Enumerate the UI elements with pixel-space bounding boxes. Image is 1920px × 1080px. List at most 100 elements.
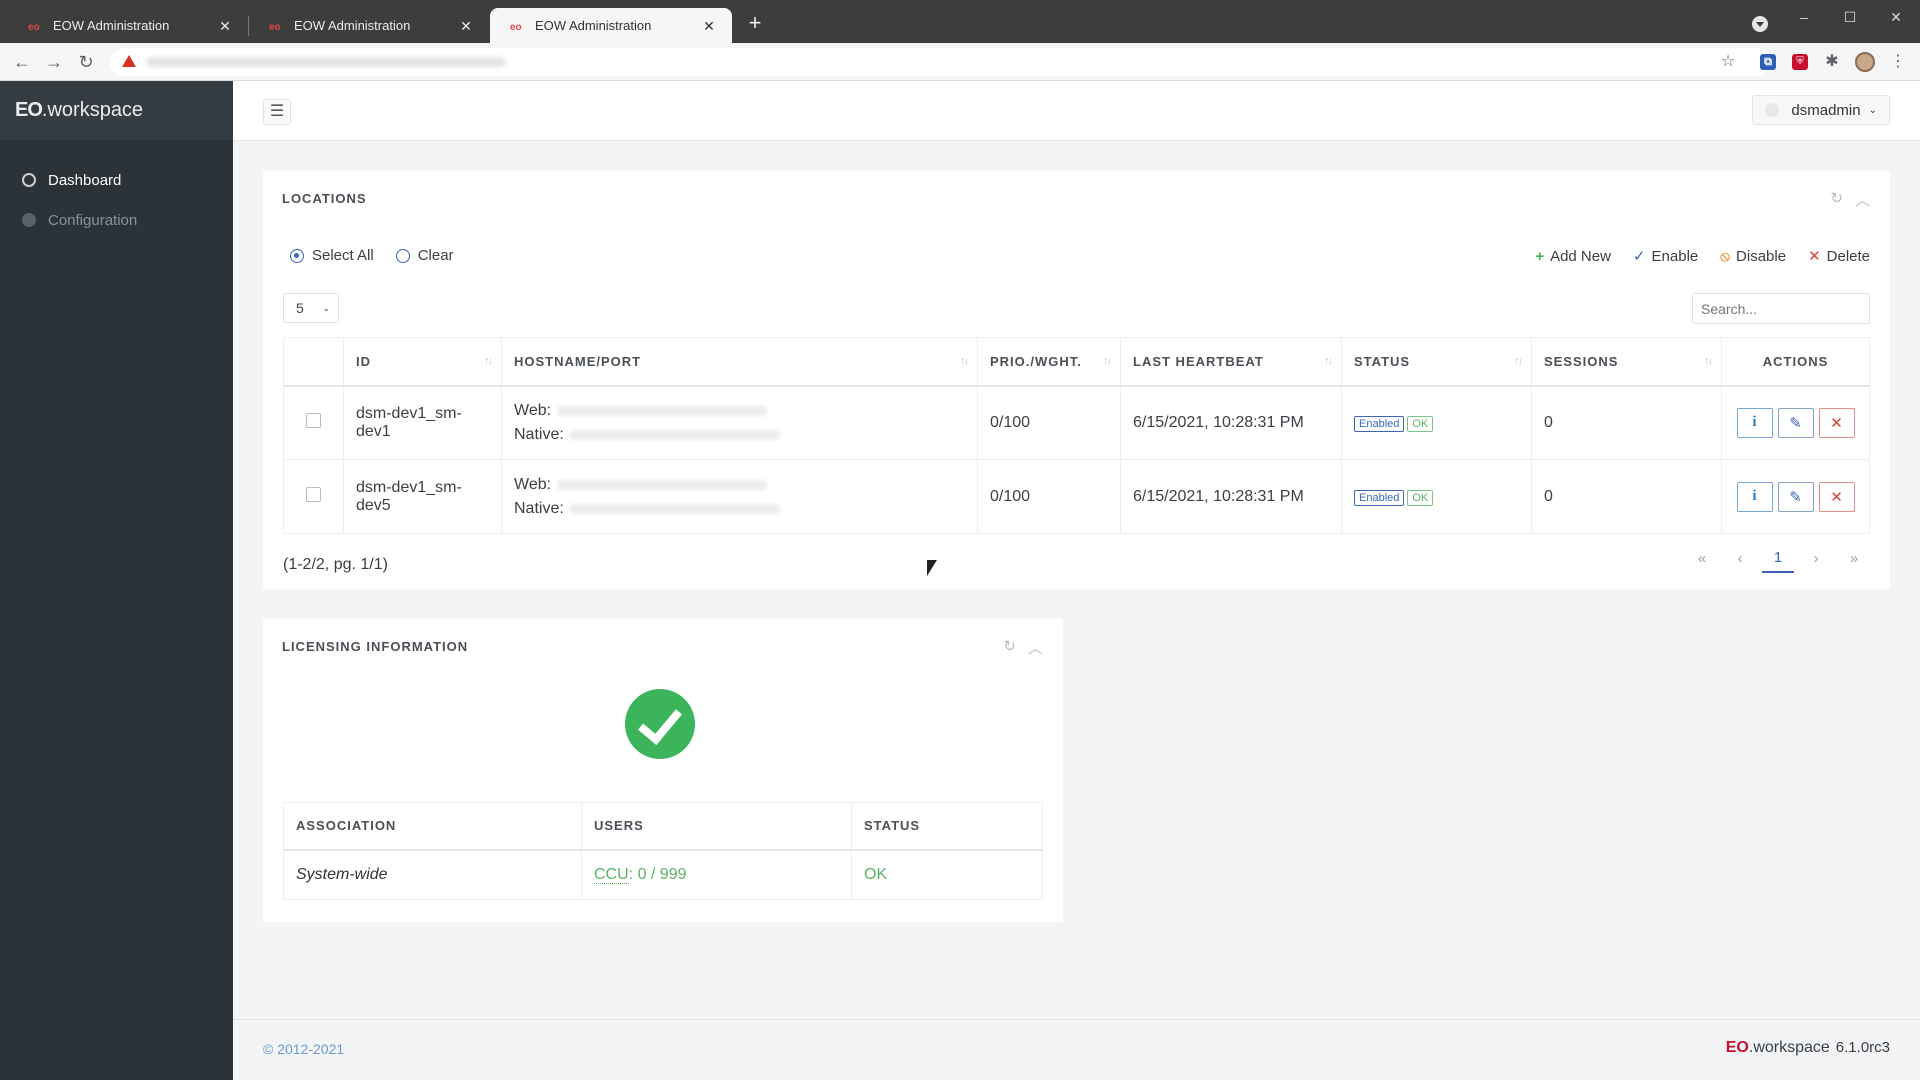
collapse-chevron-icon[interactable]: ︿ bbox=[1855, 189, 1870, 210]
bookmark-star-icon[interactable]: ☆ bbox=[1718, 52, 1738, 72]
radio-empty-icon bbox=[395, 248, 410, 263]
address-bar[interactable] bbox=[110, 48, 1770, 76]
id-text: dev1 bbox=[356, 422, 391, 440]
association-cell: System-wide bbox=[283, 849, 582, 900]
mouse-cursor-icon bbox=[927, 560, 937, 576]
gear-icon bbox=[22, 213, 36, 227]
brand-logo[interactable]: EO .workspace bbox=[0, 81, 233, 140]
actions-cell: i ✎ ✕ bbox=[1721, 385, 1870, 460]
prev-page-button[interactable]: ‹ bbox=[1724, 543, 1756, 573]
sessions-cell: 0 bbox=[1531, 385, 1722, 460]
select-column-header bbox=[283, 337, 344, 387]
select-all-option[interactable]: Select All bbox=[290, 247, 374, 264]
hostname-cell: Web: Native: bbox=[501, 385, 978, 460]
edit-button[interactable]: ✎ bbox=[1777, 481, 1814, 512]
footer-brand: EO.workspace 6.1.0rc3 bbox=[1726, 1039, 1890, 1057]
tab-close-icon[interactable]: ✕ bbox=[700, 17, 718, 35]
delete-row-button[interactable]: ✕ bbox=[1818, 407, 1855, 438]
column-header-association: ASSOCIATION bbox=[283, 802, 582, 851]
current-page-button[interactable]: 1 bbox=[1762, 543, 1794, 573]
page-size-select[interactable]: 5 ⌄ bbox=[283, 293, 339, 323]
version-text: 6.1.0rc3 bbox=[1835, 1039, 1890, 1056]
column-header-heartbeat[interactable]: LAST HEARTBEAT ↑↓ bbox=[1120, 337, 1342, 387]
extension-b-icon[interactable]: ⛨ bbox=[1792, 54, 1808, 70]
column-header-status[interactable]: STATUS ↑↓ bbox=[1341, 337, 1532, 387]
menu-toggle-icon[interactable]: ☰ bbox=[263, 99, 291, 125]
sidebar-nav: Dashboard Configuration bbox=[0, 160, 233, 240]
clear-option[interactable]: Clear bbox=[395, 247, 454, 264]
last-page-button[interactable]: » bbox=[1838, 543, 1870, 573]
next-page-button[interactable]: › bbox=[1800, 543, 1832, 573]
tab-close-icon[interactable]: ✕ bbox=[216, 17, 234, 35]
sidebar-item-dashboard[interactable]: Dashboard bbox=[0, 160, 233, 200]
check-icon: ✓ bbox=[1632, 248, 1646, 265]
sort-icon: ↑↓ bbox=[1514, 355, 1523, 367]
window-close-button[interactable]: ✕ bbox=[1876, 4, 1916, 30]
column-header-hostname[interactable]: HOSTNAME/PORT ↑↓ bbox=[501, 337, 978, 387]
delete-button[interactable]: ✕ Delete bbox=[1808, 247, 1870, 266]
card-title: LOCATIONS bbox=[282, 191, 367, 206]
table-row: dsm-dev1_sm-dev5 Web: Native: 0/100 6/15… bbox=[283, 459, 1870, 534]
user-menu-button[interactable]: dsmadmin ⌄ bbox=[1752, 95, 1890, 125]
sidebar-item-label: Configuration bbox=[48, 211, 138, 229]
refresh-icon[interactable]: ↻ bbox=[1830, 189, 1843, 210]
pagination-summary: (1-2/2, pg. 1/1) bbox=[283, 556, 388, 573]
new-tab-button[interactable]: + bbox=[744, 12, 766, 35]
url-text-redacted bbox=[146, 57, 506, 67]
sessions-cell: 0 bbox=[1531, 459, 1722, 534]
collapse-chevron-icon[interactable]: ︿ bbox=[1028, 637, 1043, 658]
tab-search-icon[interactable] bbox=[1752, 16, 1768, 32]
row-checkbox[interactable] bbox=[306, 412, 321, 428]
refresh-icon[interactable]: ↻ bbox=[1003, 637, 1016, 658]
edit-button[interactable]: ✎ bbox=[1777, 407, 1814, 438]
maximize-button[interactable]: ☐ bbox=[1830, 4, 1870, 30]
user-icon bbox=[1765, 103, 1780, 117]
eo-favicon-icon: eo bbox=[28, 22, 40, 33]
enable-button[interactable]: ✓ Enable bbox=[1632, 247, 1698, 266]
browser-tab-3-active[interactable]: eo EOW Administration ✕ bbox=[490, 8, 732, 43]
browser-tab-2[interactable]: eo EOW Administration ✕ bbox=[249, 8, 489, 43]
extension-a-icon[interactable]: ⧉ bbox=[1760, 54, 1776, 70]
disable-button[interactable]: ⦸ Disable bbox=[1720, 248, 1786, 265]
back-icon[interactable]: ← bbox=[12, 52, 32, 72]
sidebar-item-configuration[interactable]: Configuration bbox=[0, 200, 233, 240]
eo-favicon-icon: eo bbox=[269, 22, 281, 33]
column-header-sessions[interactable]: SESSIONS ↑↓ bbox=[1531, 337, 1722, 387]
locations-table: ID ↑↓ HOSTNAME/PORT ↑↓ PRIO./WGHT. ↑↓ LAST … bbox=[283, 337, 1870, 534]
info-button[interactable]: i bbox=[1736, 481, 1773, 512]
page-size-value: 5 bbox=[296, 300, 304, 316]
plus-icon: + bbox=[1535, 247, 1545, 265]
column-header-prio[interactable]: PRIO./WGHT. ↑↓ bbox=[977, 337, 1121, 387]
column-label: SESSIONS bbox=[1544, 353, 1619, 369]
browser-toolbar: ← → ↻ ☆ ⧉ ⛨ ✱ ⋮ bbox=[0, 43, 1920, 81]
info-button[interactable]: i bbox=[1736, 407, 1773, 438]
first-page-button[interactable]: « bbox=[1686, 543, 1718, 573]
status-badge: Enabled bbox=[1354, 489, 1405, 506]
search-input[interactable] bbox=[1692, 293, 1870, 324]
column-header-id[interactable]: ID ↑↓ bbox=[343, 337, 502, 387]
web-label: Web: bbox=[514, 475, 552, 493]
sort-icon: ↑↓ bbox=[1103, 355, 1112, 367]
browser-menu-icon[interactable]: ⋮ bbox=[1888, 52, 1908, 72]
users-cell: CCU: 0 / 999 bbox=[581, 849, 852, 900]
tab-close-icon[interactable]: ✕ bbox=[457, 17, 475, 35]
times-icon: ✕ bbox=[1808, 248, 1821, 265]
add-new-button[interactable]: + Add New bbox=[1535, 248, 1611, 265]
minimize-button[interactable]: – bbox=[1784, 4, 1824, 30]
profile-avatar[interactable] bbox=[1855, 52, 1875, 72]
column-label: STATUS bbox=[1354, 353, 1411, 369]
user-name: dsmadmin bbox=[1791, 101, 1861, 119]
not-secure-icon[interactable] bbox=[122, 55, 136, 67]
delete-row-button[interactable]: ✕ bbox=[1818, 481, 1855, 512]
reload-icon[interactable]: ↻ bbox=[76, 52, 96, 72]
action-label: Disable bbox=[1736, 247, 1787, 265]
forward-icon[interactable]: → bbox=[44, 52, 64, 72]
selection-controls: Select All Clear bbox=[290, 247, 454, 264]
native-host-redacted bbox=[569, 429, 780, 440]
browser-tab-1[interactable]: eo EOW Administration ✕ bbox=[8, 8, 248, 43]
native-label: Native: bbox=[514, 425, 564, 443]
row-checkbox[interactable] bbox=[306, 486, 321, 502]
status-badge: Enabled bbox=[1354, 415, 1405, 432]
clear-label: Clear bbox=[417, 247, 454, 264]
extensions-puzzle-icon[interactable]: ✱ bbox=[1822, 52, 1842, 72]
